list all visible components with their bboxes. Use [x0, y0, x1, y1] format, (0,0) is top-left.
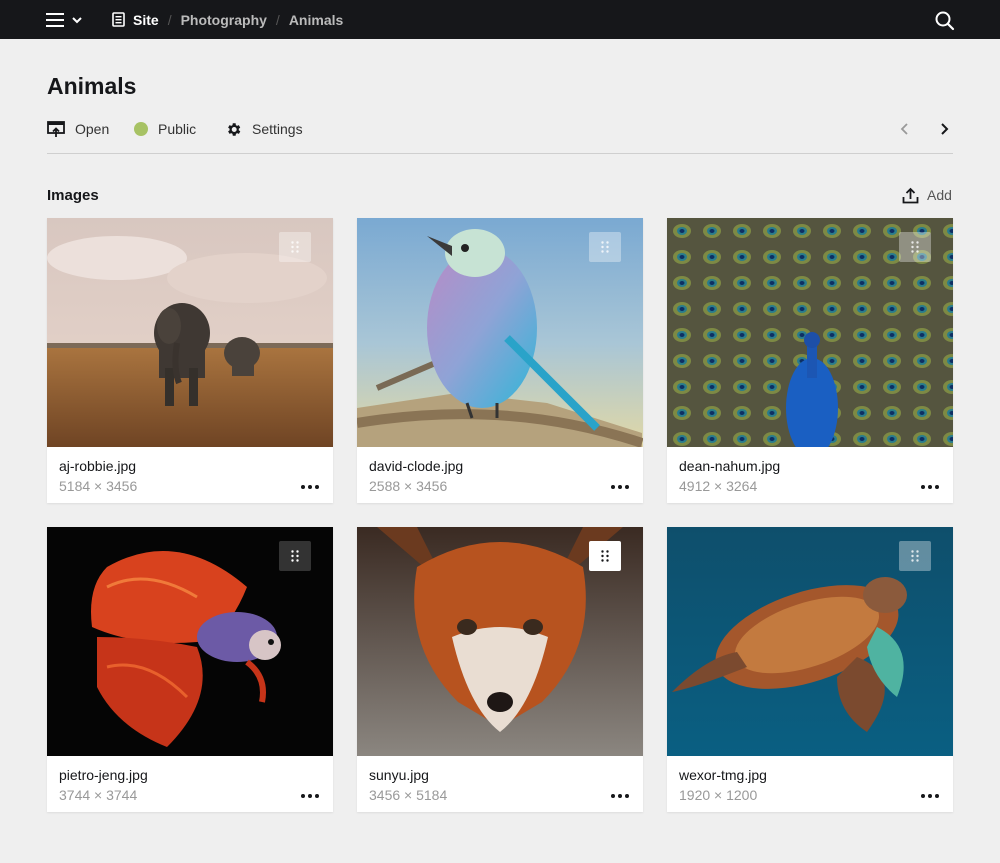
more-options-button[interactable] [299, 791, 321, 801]
more-options-button[interactable] [609, 482, 631, 492]
image-thumbnail[interactable] [357, 218, 643, 447]
status-label: Public [158, 121, 197, 137]
search-icon [935, 11, 955, 31]
breadcrumb-animals[interactable]: Animals [289, 12, 343, 28]
more-options-button[interactable] [919, 482, 941, 492]
more-options-button[interactable] [919, 791, 941, 801]
image-card[interactable]: aj-robbie.jpg 5184 × 3456 [47, 218, 333, 503]
drag-handle-icon [911, 241, 919, 253]
add-label: Add [927, 187, 952, 203]
breadcrumb-photography[interactable]: Photography [181, 12, 267, 28]
open-button[interactable]: Open [47, 119, 109, 139]
chevron-down-icon [72, 17, 82, 24]
more-icon [611, 794, 629, 798]
drag-handle[interactable] [899, 541, 931, 571]
image-thumbnail[interactable] [357, 527, 643, 756]
drag-handle[interactable] [279, 541, 311, 571]
image-dimensions: 3456 × 5184 [369, 787, 448, 803]
settings-label: Settings [252, 121, 303, 137]
image-filename: sunyu.jpg [369, 767, 429, 783]
image-filename: david-clode.jpg [369, 458, 464, 474]
image-thumbnail[interactable] [47, 218, 333, 447]
more-options-button[interactable] [299, 482, 321, 492]
image-thumbnail[interactable] [47, 527, 333, 756]
drag-handle-icon [291, 550, 299, 562]
image-dimensions: 2588 × 3456 [369, 478, 448, 494]
image-grid: aj-robbie.jpg 5184 × 3456 david-clode.jp… [47, 218, 953, 818]
chevron-left-icon [900, 123, 908, 135]
drag-handle[interactable] [589, 541, 621, 571]
open-in-browser-icon [47, 120, 65, 137]
drag-handle-icon [291, 241, 299, 253]
header-toolbar: Open Public Settings [47, 113, 953, 154]
breadcrumb: Site / Photography / Animals [112, 0, 343, 39]
drag-handle[interactable] [589, 232, 621, 262]
search-button[interactable] [934, 9, 956, 31]
more-icon [301, 485, 319, 489]
more-icon [611, 485, 629, 489]
section-title: Images [47, 187, 99, 204]
more-icon [921, 485, 939, 489]
image-filename: dean-nahum.jpg [679, 458, 781, 474]
breadcrumb-site[interactable]: Site [112, 12, 159, 28]
next-page-button[interactable] [936, 119, 952, 139]
image-thumbnail[interactable] [667, 218, 953, 447]
image-thumbnail[interactable] [667, 527, 953, 756]
image-dimensions: 4912 × 3264 [679, 478, 758, 494]
image-card[interactable]: pietro-jeng.jpg 3744 × 3744 [47, 527, 333, 812]
drag-handle-icon [911, 550, 919, 562]
breadcrumb-label: Site [133, 11, 159, 28]
image-card[interactable]: dean-nahum.jpg 4912 × 3264 [667, 218, 953, 503]
image-filename: wexor-tmg.jpg [679, 767, 767, 783]
hamburger-icon [46, 13, 64, 27]
drag-handle[interactable] [899, 232, 931, 262]
image-card[interactable]: sunyu.jpg 3456 × 5184 [357, 527, 643, 812]
image-card[interactable]: david-clode.jpg 2588 × 3456 [357, 218, 643, 503]
image-filename: pietro-jeng.jpg [59, 767, 148, 783]
page-title: Animals [47, 73, 137, 99]
more-options-button[interactable] [609, 791, 631, 801]
document-icon [112, 12, 125, 27]
breadcrumb-separator: / [275, 11, 280, 28]
chevron-right-icon [941, 123, 949, 135]
image-dimensions: 3744 × 3744 [59, 787, 138, 803]
drag-handle-icon [601, 241, 609, 253]
add-image-button[interactable]: Add [902, 185, 952, 205]
image-dimensions: 1920 × 1200 [679, 787, 758, 803]
menu-toggle-button[interactable] [46, 11, 82, 29]
more-icon [921, 794, 939, 798]
status-button[interactable]: Public [134, 119, 196, 139]
drag-handle[interactable] [279, 232, 311, 262]
upload-icon [902, 187, 919, 203]
image-card[interactable]: wexor-tmg.jpg 1920 × 1200 [667, 527, 953, 812]
image-dimensions: 5184 × 3456 [59, 478, 138, 494]
drag-handle-icon [601, 550, 609, 562]
previous-page-button[interactable] [897, 119, 913, 139]
breadcrumb-separator: / [167, 11, 172, 28]
image-filename: aj-robbie.jpg [59, 458, 137, 474]
settings-button[interactable]: Settings [225, 119, 303, 139]
status-dot [134, 122, 148, 136]
top-bar: Site / Photography / Animals [0, 0, 1000, 39]
open-label: Open [75, 121, 110, 137]
more-icon [301, 794, 319, 798]
gear-icon [228, 122, 241, 136]
